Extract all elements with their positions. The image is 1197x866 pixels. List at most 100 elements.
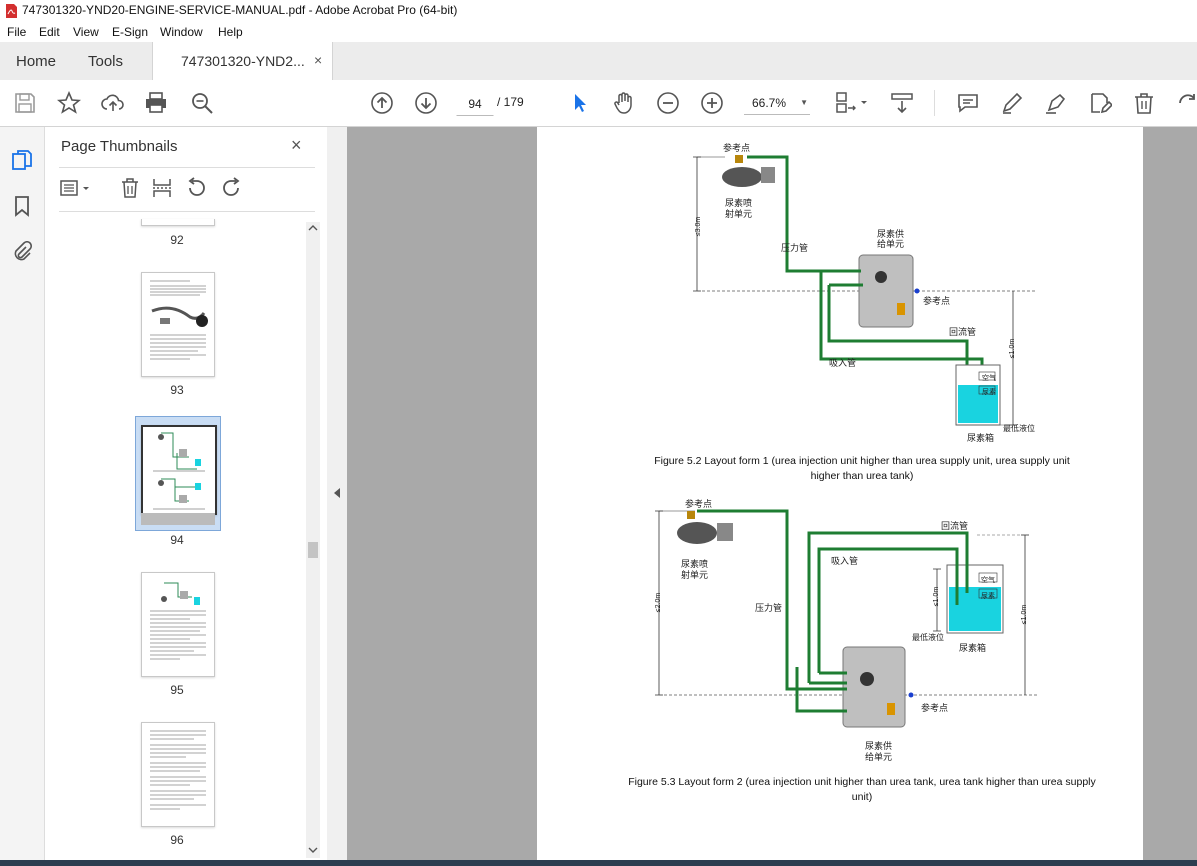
label-air: 空气 xyxy=(981,577,995,584)
caption-line: Figure 5.3 Layout form 2 (urea injection… xyxy=(628,776,1096,788)
caption-line: unit) xyxy=(851,791,873,803)
scrollbar-thumb[interactable] xyxy=(308,542,318,558)
title-bar: 747301320-YND20-ENGINE-SERVICE-MANUAL.pd… xyxy=(0,0,1197,22)
zoom-in-icon[interactable] xyxy=(700,91,724,115)
page-number-input[interactable]: 94 xyxy=(456,92,494,116)
label-injection-unit: 射单元 xyxy=(681,570,709,580)
page-number-label: 92 xyxy=(170,233,184,247)
label-reference-point: 参考点 xyxy=(723,143,751,153)
toolbar: 94 / 179 66.7% ▼ xyxy=(0,80,1197,127)
next-page-icon[interactable] xyxy=(414,91,438,115)
label-injection-unit: 射单元 xyxy=(725,209,753,219)
rotate-clockwise-icon[interactable] xyxy=(221,177,243,199)
page-number-label: 93 xyxy=(170,383,184,397)
page-display-icon[interactable] xyxy=(835,91,869,115)
figure-5-3-diagram xyxy=(655,509,1037,728)
menu-bar: File Edit View E-Sign Window Help xyxy=(0,22,1197,42)
menu-view[interactable]: View xyxy=(73,25,99,39)
navigation-rail xyxy=(0,127,45,860)
caption-line: higher than urea tank) xyxy=(810,470,914,482)
menu-help[interactable]: Help xyxy=(218,25,243,39)
menu-window[interactable]: Window xyxy=(160,25,203,39)
page-thumbnail-94[interactable] xyxy=(141,425,217,515)
zoom-level-select[interactable]: 66.7% ▼ xyxy=(744,92,810,115)
menu-esign[interactable]: E-Sign xyxy=(112,25,148,39)
upload-cloud-icon[interactable] xyxy=(101,91,125,115)
document-viewer[interactable]: 参考点 尿素喷 射单元 压力管 尿素供 给单元 参考点 回流管 吸入管 空气 尿… xyxy=(347,127,1197,860)
page-thumbnail-95[interactable] xyxy=(141,572,215,677)
figure-5-2-diagram xyxy=(693,155,1037,426)
page-thumbnail-92[interactable] xyxy=(141,219,215,226)
page-number-label: 95 xyxy=(170,683,184,697)
tab-document[interactable]: 747301320-YND2... × xyxy=(152,42,333,80)
extract-page-icon[interactable] xyxy=(151,177,173,199)
dimension-right: ≤1.0m xyxy=(1009,338,1017,359)
label-suction-pipe: 吸入管 xyxy=(829,358,857,368)
rotate-icon[interactable] xyxy=(1176,91,1197,115)
delete-icon[interactable] xyxy=(1132,91,1156,115)
page-number-label: 96 xyxy=(170,833,184,847)
dimension-middle: ≤1.0m xyxy=(933,586,941,607)
scroll-mode-icon[interactable] xyxy=(890,91,914,115)
taskbar xyxy=(0,860,1197,866)
label-return-pipe: 回流管 xyxy=(941,521,969,531)
page-thumbnail-93[interactable] xyxy=(141,272,215,377)
document-tab-label: 747301320-YND2... xyxy=(181,53,305,69)
save-icon[interactable] xyxy=(13,91,37,115)
previous-page-icon[interactable] xyxy=(370,91,394,115)
label-reference-point: 参考点 xyxy=(923,296,951,306)
caption-line: Figure 5.2 Layout form 1 (urea injection… xyxy=(654,455,1070,467)
select-cursor-icon[interactable] xyxy=(568,91,592,115)
edit-pdf-icon[interactable] xyxy=(1088,91,1112,115)
panel-divider xyxy=(59,211,315,212)
zoom-out-icon[interactable] xyxy=(656,91,680,115)
figure-caption: Figure 5.2 Layout form 1 (urea injection… xyxy=(597,454,1127,484)
label-urea-tank: 尿素箱 xyxy=(959,643,987,653)
menu-file[interactable]: File xyxy=(7,25,26,39)
thumbnails-scrollbar[interactable] xyxy=(306,222,320,858)
close-panel-icon[interactable]: × xyxy=(291,135,302,156)
highlight-pen-icon[interactable] xyxy=(1000,91,1024,115)
bookmark-icon[interactable] xyxy=(11,195,33,217)
label-urea: 尿素 xyxy=(982,389,996,396)
options-menu-icon[interactable] xyxy=(59,177,89,199)
label-reference-point: 参考点 xyxy=(685,499,713,509)
page-thumbnails-icon[interactable] xyxy=(11,149,33,171)
thumbnail-footer xyxy=(141,513,215,525)
star-bookmark-icon[interactable] xyxy=(57,91,81,115)
toolbar-separator xyxy=(934,90,935,116)
label-suction-pipe: 吸入管 xyxy=(831,556,859,566)
page-thumbnail-96[interactable] xyxy=(141,722,215,827)
page-total: / 179 xyxy=(497,95,524,109)
tab-bar: Home Tools 747301320-YND2... × xyxy=(0,42,1197,81)
panel-divider xyxy=(59,167,315,168)
collapse-panel-handle[interactable] xyxy=(327,127,347,860)
dimension-left: ≤3.0m xyxy=(695,216,703,237)
print-icon[interactable] xyxy=(144,91,168,115)
chevron-down-icon: ▼ xyxy=(800,98,808,107)
zoom-level-value: 66.7% xyxy=(752,96,787,110)
sign-icon[interactable] xyxy=(1044,91,1068,115)
label-air: 空气 xyxy=(982,375,996,382)
menu-edit[interactable]: Edit xyxy=(39,25,60,39)
close-tab-icon[interactable]: × xyxy=(314,52,322,68)
zoom-search-icon[interactable] xyxy=(190,91,214,115)
label-supply-unit: 给单元 xyxy=(865,752,893,762)
pdf-file-icon xyxy=(6,4,17,18)
tab-home[interactable]: Home xyxy=(16,53,56,70)
tab-tools[interactable]: Tools xyxy=(88,53,123,70)
page-thumbnails-panel: Page Thumbnails × 92 93 94 95 96 xyxy=(45,127,327,860)
rotate-counterclockwise-icon[interactable] xyxy=(185,177,207,199)
label-supply-unit: 给单元 xyxy=(877,239,905,249)
dimension-right: ≤1.0m xyxy=(1021,604,1029,625)
delete-page-icon[interactable] xyxy=(119,177,141,199)
label-reference-point: 参考点 xyxy=(921,703,949,713)
scroll-up-icon[interactable] xyxy=(308,224,318,232)
window-title: 747301320-YND20-ENGINE-SERVICE-MANUAL.pd… xyxy=(22,3,458,17)
scroll-down-icon[interactable] xyxy=(308,846,318,854)
attachment-icon[interactable] xyxy=(11,240,33,263)
comment-icon[interactable] xyxy=(956,91,980,115)
label-urea-tank: 尿素箱 xyxy=(967,433,995,443)
label-pressure-pipe: 压力管 xyxy=(755,603,783,613)
hand-tool-icon[interactable] xyxy=(612,91,636,115)
